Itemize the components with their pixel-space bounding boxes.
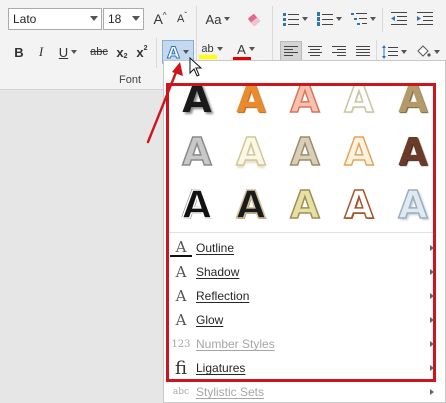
chevron-down-icon: [400, 50, 407, 54]
menu-item-stylistic-sets: abc Stylistic Sets: [166, 380, 436, 403]
chevron-down-icon: [182, 50, 189, 54]
chevron-down-icon[interactable]: [90, 16, 98, 21]
chevron-down-icon: [369, 17, 376, 21]
numbering-icon: [316, 12, 333, 26]
grow-font-icon: A: [153, 11, 163, 27]
align-left-icon: [284, 46, 298, 56]
annotation-highlight-box: [166, 83, 436, 382]
bold-label: B: [14, 44, 24, 60]
font-name-combo[interactable]: Lato: [8, 8, 102, 30]
multilevel-list-button[interactable]: [348, 8, 378, 30]
caret-down-icon: ˇ: [184, 10, 187, 20]
grow-font-button[interactable]: A ^: [150, 8, 170, 30]
font-name-value: Lato: [13, 12, 37, 26]
stylistic-sets-icon: abc: [172, 387, 190, 397]
justify-icon: [356, 46, 370, 56]
strikethrough-button[interactable]: abc: [88, 41, 110, 63]
eraser-icon: [248, 14, 260, 26]
change-case-button[interactable]: Aa: [202, 8, 234, 30]
multilevel-list-icon: [350, 13, 367, 25]
align-center-icon: [308, 46, 322, 56]
chevron-down-icon: [248, 47, 255, 51]
change-case-icon: Aa: [205, 11, 222, 27]
clear-formatting-button[interactable]: [244, 8, 266, 30]
italic-button[interactable]: I: [32, 41, 50, 63]
font-color-icon: A: [237, 41, 246, 57]
increase-indent-button[interactable]: [414, 8, 436, 30]
underline-button[interactable]: U: [54, 41, 82, 63]
font-color-button[interactable]: A: [231, 40, 261, 62]
highlight-icon: ab: [201, 43, 214, 55]
menu-item-label: Stylistic Sets: [196, 385, 265, 399]
underline-label: U: [58, 44, 69, 60]
superscript-2-icon: 2: [143, 44, 148, 52]
chevron-down-icon: [71, 50, 78, 54]
font-size-value: 18: [108, 12, 122, 26]
chevron-down-icon: [301, 17, 308, 21]
align-right-icon: [332, 46, 346, 56]
annotation-arrow: [146, 62, 183, 144]
chevron-down-icon: [216, 47, 223, 51]
caret-up-icon: ^: [162, 10, 167, 20]
bullets-button[interactable]: [280, 8, 310, 30]
submenu-arrow-icon: [430, 389, 434, 395]
subscript-2-icon: 2: [123, 52, 128, 60]
line-spacing-icon: [381, 45, 398, 59]
shrink-font-button[interactable]: Aˇ: [172, 8, 192, 30]
subscript-button[interactable]: x2: [114, 41, 130, 63]
strikethrough-label: abc: [90, 46, 108, 58]
chevron-down-icon: [335, 17, 342, 21]
decrease-indent-button[interactable]: [388, 8, 410, 30]
paint-bucket-icon: [416, 45, 431, 57]
chevron-down-icon: [224, 17, 231, 21]
decrease-indent-icon: [391, 12, 407, 25]
subscript-label: x: [116, 44, 124, 60]
separator: [382, 8, 383, 32]
chevron-down-icon: [433, 50, 440, 54]
chevron-down-icon[interactable]: [132, 16, 140, 21]
increase-indent-icon: [417, 12, 433, 25]
document-area: [0, 91, 163, 403]
numbering-button[interactable]: [314, 8, 344, 30]
italic-label: I: [38, 44, 44, 59]
shrink-font-icon: A: [176, 13, 185, 25]
bold-button[interactable]: B: [10, 41, 28, 63]
font-size-combo[interactable]: 18: [103, 8, 144, 30]
bullets-icon: [282, 13, 299, 26]
mouse-pointer-icon: [189, 57, 203, 77]
